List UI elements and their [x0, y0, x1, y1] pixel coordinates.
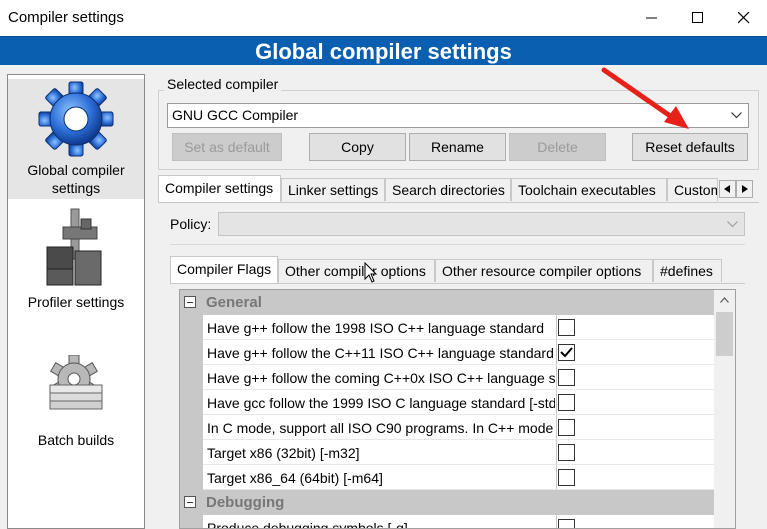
main-tab-panel-border: [158, 202, 759, 203]
tab-toolchain-executables[interactable]: Toolchain executables: [511, 178, 667, 201]
page-banner: Global compiler settings: [0, 36, 767, 65]
option-label: Target x86_64 (64bit) [-m64]: [207, 470, 383, 486]
arrow-left-icon: [724, 185, 730, 193]
sub-tab-panel-border: [170, 283, 745, 284]
tab-custom[interactable]: Custom: [667, 178, 718, 201]
table-row[interactable]: Have g++ follow the 1998 ISO C++ languag…: [180, 315, 714, 340]
title-bar: Compiler settings: [0, 0, 767, 36]
option-checkbox[interactable]: [558, 519, 575, 528]
section-row-debugging[interactable]: Debugging: [180, 490, 714, 515]
tab-other-compiler-options[interactable]: Other compiler options: [278, 259, 435, 282]
policy-label: Policy:: [170, 216, 212, 232]
annotation-arrow-icon: [601, 67, 689, 129]
tab-defines[interactable]: #defines: [653, 259, 722, 282]
option-label: Target x86 (32bit) [-m32]: [207, 445, 360, 461]
gear-icon: [38, 81, 114, 157]
window-title: Compiler settings: [8, 9, 124, 26]
chevron-down-icon: [727, 221, 738, 228]
option-label: In C mode, support all ISO C90 programs.…: [207, 420, 554, 436]
sidebar-item-profiler[interactable]: Profiler settings: [8, 207, 144, 317]
table-row[interactable]: Have g++ follow the coming C++0x ISO C++…: [180, 365, 714, 390]
batch-gear-icon: [49, 355, 103, 410]
sidebar-item-global-compiler[interactable]: Global compiler settings: [8, 79, 144, 199]
delete-button[interactable]: Delete: [509, 133, 606, 161]
option-checkbox[interactable]: [558, 469, 575, 486]
collapse-icon[interactable]: [184, 496, 196, 508]
arrow-right-icon: [742, 185, 748, 193]
selected-compiler-label: Selected compiler: [164, 76, 282, 92]
option-checkbox[interactable]: [558, 419, 575, 436]
minimize-icon: [646, 17, 657, 19]
compiler-flags-grid: General Have g++ follow the 1998 ISO C++…: [179, 289, 736, 529]
copy-button[interactable]: Copy: [309, 133, 406, 161]
close-icon: [738, 12, 750, 24]
sub-tab-bar: Compiler Flags Other compiler options Ot…: [170, 256, 722, 283]
sidebar-item-batch-builds[interactable]: Batch builds: [8, 355, 144, 455]
close-button[interactable]: [721, 0, 767, 36]
option-checkbox[interactable]: [558, 394, 575, 411]
option-label: Have g++ follow the C++11 ISO C++ langua…: [207, 345, 554, 361]
table-row[interactable]: Produce debugging symbols [-g]: [180, 515, 714, 529]
option-label: Have g++ follow the 1998 ISO C++ languag…: [207, 320, 545, 336]
main-tab-bar: Compiler settings Linker settings Search…: [158, 175, 718, 202]
table-row[interactable]: Target x86_64 (64bit) [-m64]: [180, 465, 714, 490]
option-checkbox[interactable]: [558, 319, 575, 336]
reset-defaults-button[interactable]: Reset defaults: [632, 133, 748, 161]
policy-separator: [170, 244, 745, 245]
set-as-default-button[interactable]: Set as default: [172, 133, 282, 161]
scrollbar-thumb[interactable]: [716, 312, 733, 356]
tab-scroll-right-button[interactable]: [736, 180, 753, 198]
table-row[interactable]: Have g++ follow the C++11 ISO C++ langua…: [180, 340, 714, 365]
chevron-down-icon: [731, 112, 742, 119]
maximize-button[interactable]: [675, 0, 721, 36]
sidebar-item-label: Batch builds: [37, 432, 115, 448]
category-list: Global compiler settings Profiler settin…: [7, 74, 145, 529]
mouse-cursor-icon: [364, 262, 378, 283]
arrow-up-icon: [720, 297, 729, 303]
caliper-icon: [46, 208, 102, 286]
compiler-select-value: GNU GCC Compiler: [172, 107, 299, 123]
option-checkbox[interactable]: [558, 369, 575, 386]
section-title: General: [206, 294, 262, 311]
sidebar-item-label: Global compiler settings: [27, 162, 125, 196]
option-label: Produce debugging symbols [-g]: [207, 520, 408, 529]
tab-linker-settings[interactable]: Linker settings: [281, 178, 385, 201]
tab-compiler-flags[interactable]: Compiler Flags: [170, 256, 278, 283]
collapse-icon[interactable]: [184, 296, 196, 308]
tab-other-resource-compiler-options[interactable]: Other resource compiler options: [435, 259, 653, 282]
minimize-button[interactable]: [629, 0, 675, 36]
grid-vertical-scrollbar[interactable]: [714, 290, 735, 528]
option-checkbox[interactable]: [558, 344, 575, 361]
table-row[interactable]: Target x86 (32bit) [-m32]: [180, 440, 714, 465]
table-row[interactable]: Have gcc follow the 1999 ISO C language …: [180, 390, 714, 415]
checkmark-icon: [560, 347, 573, 358]
table-row[interactable]: In C mode, support all ISO C90 programs.…: [180, 415, 714, 440]
section-row-general[interactable]: General: [180, 290, 714, 315]
tab-scroll-left-button[interactable]: [719, 180, 736, 198]
sidebar-item-label: Profiler settings: [27, 294, 125, 310]
option-label: Have gcc follow the 1999 ISO C language …: [207, 395, 555, 411]
tab-search-directories[interactable]: Search directories: [385, 178, 511, 201]
rename-button[interactable]: Rename: [409, 133, 506, 161]
option-checkbox[interactable]: [558, 444, 575, 461]
policy-select[interactable]: [218, 212, 745, 236]
tab-compiler-settings[interactable]: Compiler settings: [158, 175, 281, 202]
maximize-icon: [692, 12, 703, 23]
option-label: Have g++ follow the coming C++0x ISO C++…: [207, 370, 555, 386]
section-title: Debugging: [206, 494, 285, 511]
